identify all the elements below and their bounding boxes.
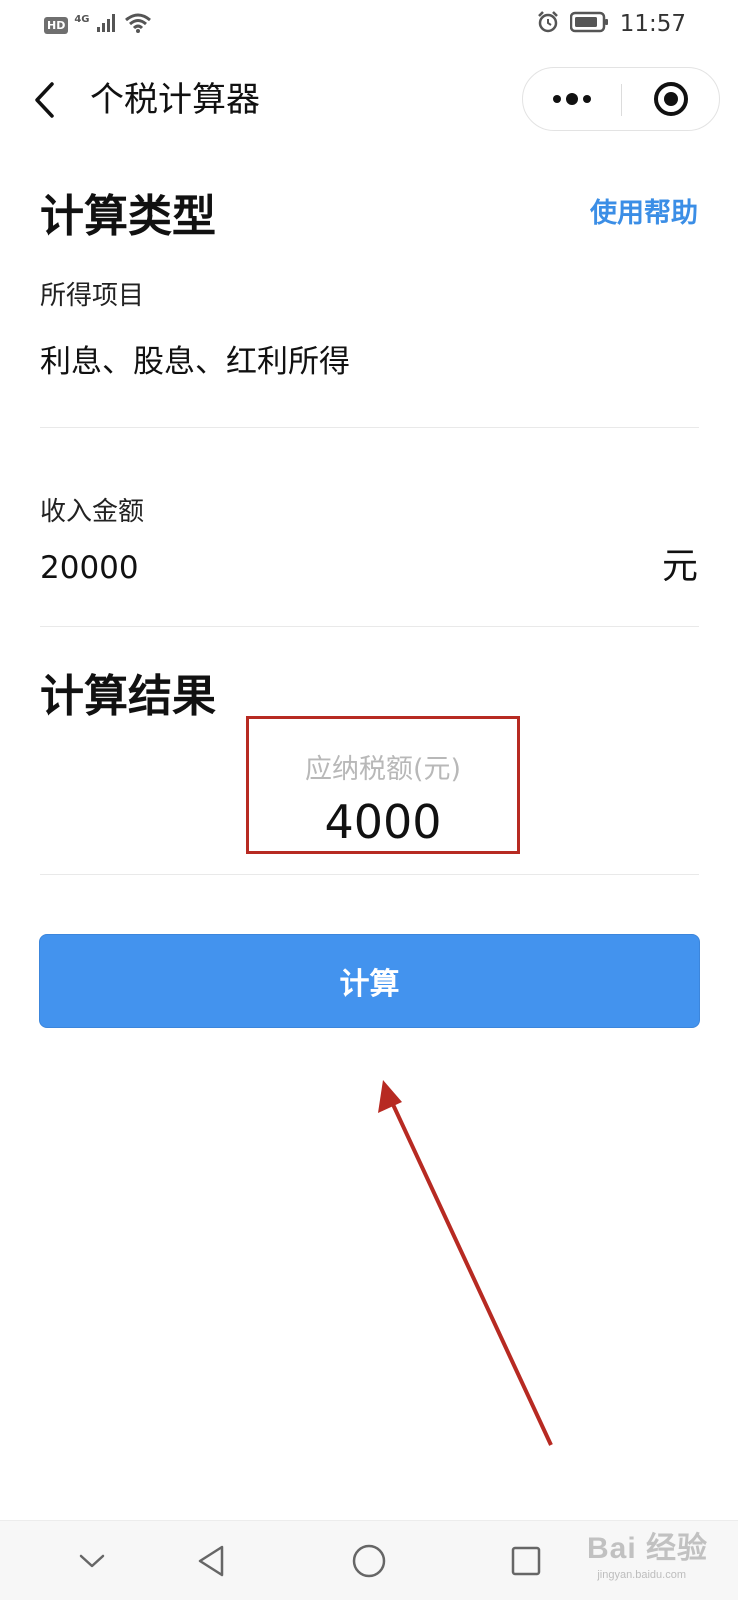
more-button[interactable] — [523, 68, 621, 130]
more-dots-icon — [553, 93, 591, 105]
income-amount-input[interactable]: 20000 — [40, 548, 139, 588]
result-highlight-box: 应纳税额(元) 4000 — [246, 716, 520, 854]
page-title: 个税计算器 — [90, 80, 260, 120]
close-miniprogram-icon — [653, 82, 688, 116]
status-bar: HD 4G 11:57 — [0, 0, 738, 52]
result-heading: 计算结果 — [40, 671, 216, 722]
calc-type-heading: 计算类型 — [40, 191, 216, 242]
hide-nav-button[interactable] — [64, 1535, 120, 1587]
system-home-button[interactable] — [341, 1535, 397, 1587]
divider — [40, 874, 699, 875]
back-chevron-icon — [35, 82, 54, 118]
arrow-head — [378, 1080, 402, 1113]
divider — [40, 427, 699, 428]
network-type: 4G — [74, 13, 90, 25]
baidu-watermark: Bai 经验 — [586, 1532, 708, 1565]
back-triangle-icon — [198, 1545, 224, 1577]
status-right: 11:57 — [536, 10, 686, 38]
tax-due-label: 应纳税额(元) — [304, 754, 462, 785]
divider — [40, 626, 699, 627]
miniprogram-capsule — [522, 67, 720, 131]
chevron-down-icon — [79, 1554, 105, 1568]
income-item-label: 所得项目 — [40, 281, 145, 311]
income-item-picker[interactable]: 利息、股息、红利所得 — [40, 342, 350, 382]
wifi-icon — [124, 12, 152, 38]
system-back-button[interactable] — [183, 1535, 239, 1587]
system-recents-button[interactable] — [498, 1535, 554, 1587]
currency-unit: 元 — [661, 546, 698, 587]
clock: 11:57 — [619, 11, 686, 37]
help-link[interactable]: 使用帮助 — [590, 196, 698, 232]
battery-icon — [569, 11, 610, 37]
calculate-button[interactable]: 计算 — [39, 934, 700, 1028]
hd-badge: HD — [44, 16, 69, 34]
status-left: HD 4G — [44, 12, 152, 38]
baidu-watermark-url: jingyan.baidu.com — [597, 1569, 686, 1581]
home-circle-icon — [352, 1544, 386, 1578]
recents-square-icon — [511, 1546, 541, 1576]
back-button[interactable] — [30, 80, 60, 120]
close-miniprogram-button[interactable] — [622, 68, 719, 130]
income-amount-label: 收入金额 — [40, 497, 145, 527]
signal-icon — [96, 13, 118, 37]
tax-due-value: 4000 — [324, 795, 442, 849]
alarm-icon — [536, 10, 560, 38]
